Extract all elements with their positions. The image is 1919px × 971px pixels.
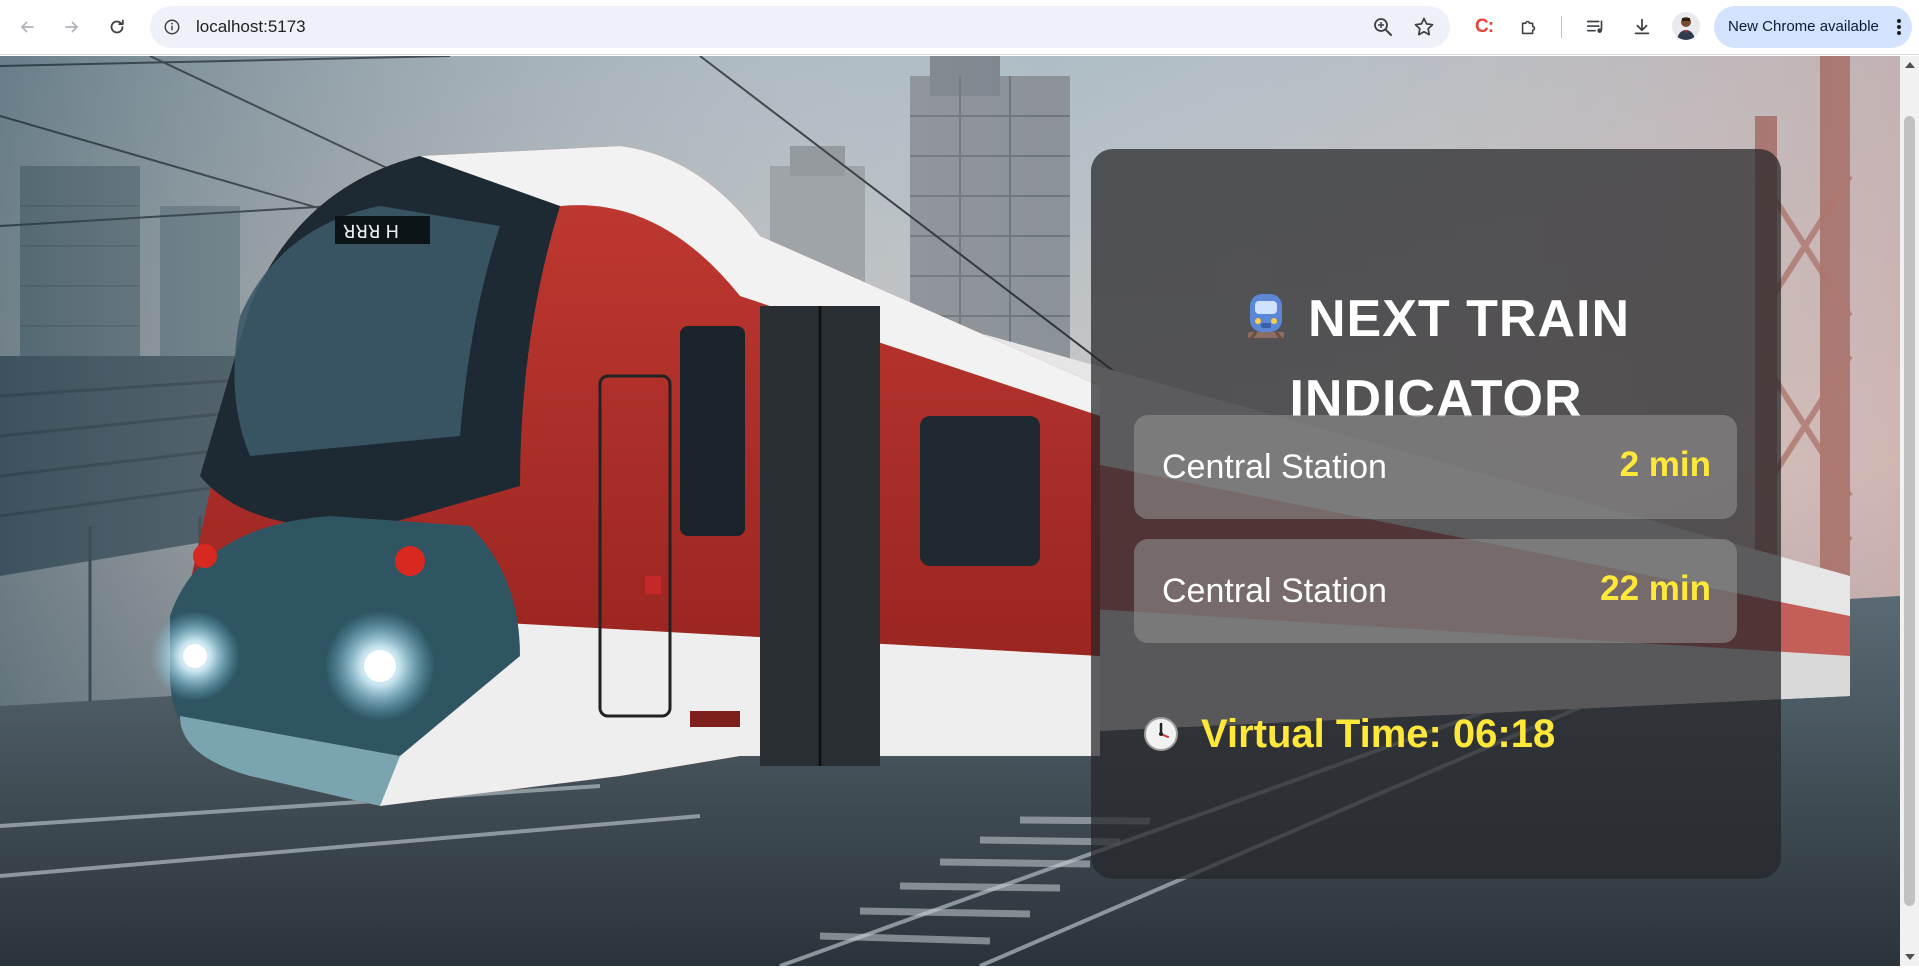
- extension-c-icon[interactable]: C:: [1470, 13, 1498, 41]
- virtual-time-row: Virtual Time: 06:18: [1143, 704, 1555, 764]
- media-queue-icon[interactable]: [1582, 13, 1610, 41]
- window-bottom-edge: [0, 966, 1919, 971]
- scroll-down-arrow-icon[interactable]: [1905, 954, 1915, 960]
- clock-icon: [1144, 717, 1178, 751]
- arrival-row: Central Station 22 min: [1134, 539, 1737, 643]
- back-button[interactable]: [10, 10, 44, 44]
- arrival-eta: 22 min: [1600, 569, 1711, 608]
- title-text-line-1: NEXT TRAIN: [1308, 290, 1630, 348]
- scroll-up-arrow-icon[interactable]: [1905, 62, 1915, 68]
- zoom-icon[interactable]: [1372, 16, 1394, 38]
- reload-button[interactable]: [100, 10, 134, 44]
- virtual-time-text: Virtual Time: 06:18: [1201, 711, 1556, 756]
- download-icon[interactable]: [1628, 13, 1656, 41]
- profile-avatar[interactable]: [1672, 12, 1700, 40]
- forward-button[interactable]: [55, 10, 89, 44]
- back-arrow-icon: [21, 21, 34, 33]
- page-scrollbar[interactable]: [1900, 56, 1919, 966]
- reload-icon: [110, 19, 124, 34]
- browser-toolbar: localhost:5173 C: New Chrome available: [0, 0, 1919, 55]
- address-bar[interactable]: localhost:5173: [150, 6, 1450, 48]
- scrollbar-thumb[interactable]: [1904, 116, 1915, 906]
- station-name: Central Station: [1162, 448, 1387, 486]
- page-viewport: ꓤꓤꓤ ꓧ NEXT TRAIN INDICATOR Central Stati…: [0, 56, 1900, 966]
- metro-train-icon: [1248, 294, 1284, 341]
- toolbar-divider: [1561, 16, 1562, 38]
- more-vertical-icon[interactable]: [1896, 18, 1902, 36]
- arrival-row: Central Station 2 min: [1134, 415, 1737, 519]
- chrome-update-button[interactable]: New Chrome available: [1714, 6, 1912, 48]
- forward-arrow-icon: [65, 21, 78, 33]
- next-train-indicator-panel: NEXT TRAIN INDICATOR Central Station 2 m…: [1091, 149, 1781, 879]
- bookmark-star-icon[interactable]: [1412, 15, 1436, 39]
- update-label: New Chrome available: [1728, 18, 1879, 35]
- url-text[interactable]: localhost:5173: [196, 6, 306, 48]
- extensions-puzzle-icon[interactable]: [1515, 13, 1543, 41]
- svg-text:ꓤꓤꓤ ꓧ: ꓤꓤꓤ ꓧ: [343, 222, 399, 242]
- arrival-eta: 2 min: [1619, 445, 1711, 484]
- title-line-1: NEXT TRAIN: [1091, 279, 1781, 359]
- station-name: Central Station: [1162, 572, 1387, 610]
- extension-c-label: C:: [1474, 16, 1494, 37]
- site-info-icon[interactable]: [160, 15, 184, 39]
